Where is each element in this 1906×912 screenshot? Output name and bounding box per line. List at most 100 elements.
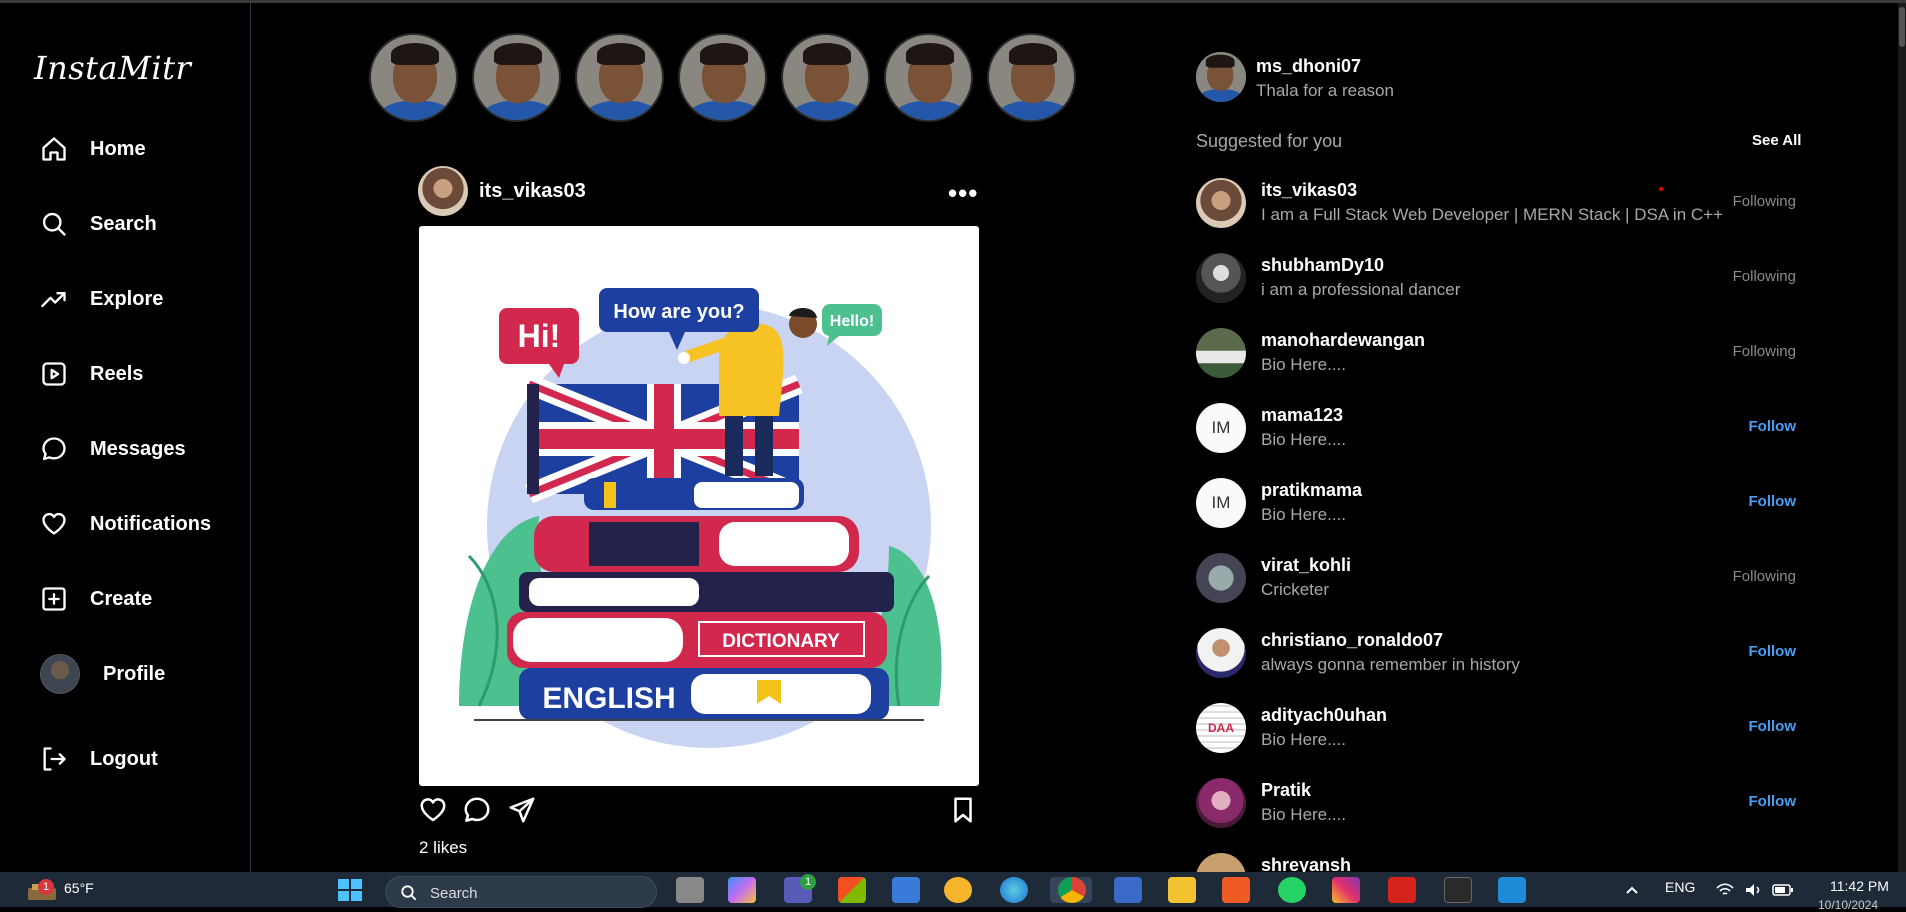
avatar[interactable]: DAA	[1196, 703, 1246, 753]
suggestion-row: virat_kohli Cricketer Following	[1196, 551, 1800, 605]
sidebar-item-logout[interactable]: Logout	[38, 739, 158, 779]
sidebar-item-explore[interactable]: Explore	[38, 279, 163, 319]
follow-button[interactable]: Follow	[1749, 793, 1797, 810]
share-send-icon[interactable]	[507, 795, 537, 825]
taskbar-search-placeholder: Search	[430, 885, 478, 902]
suggestion-username[interactable]: shubhamDy10	[1261, 255, 1384, 276]
avatar[interactable]	[1196, 628, 1246, 678]
following-button[interactable]: Following	[1733, 268, 1796, 285]
instagram-icon[interactable]	[1332, 877, 1360, 903]
suggestion-username[interactable]: christiano_ronaldo07	[1261, 630, 1443, 651]
temperature-text[interactable]: 65°F	[64, 880, 94, 896]
sidebar-item-reels[interactable]: Reels	[38, 354, 143, 394]
like-heart-icon[interactable]	[418, 795, 448, 825]
terminal-icon[interactable]	[1444, 877, 1472, 903]
avatar[interactable]: IM	[1196, 403, 1246, 453]
file-explorer-icon[interactable]	[1168, 877, 1196, 903]
story-avatar[interactable]	[781, 33, 870, 122]
current-user-avatar[interactable]	[1196, 52, 1246, 102]
suggestion-username[interactable]: shreyansh	[1261, 855, 1351, 872]
sidebar-item-notifications[interactable]: Notifications	[38, 504, 211, 544]
post-image[interactable]: DICTIONARY ENGLISH Hi! How are you? Hell…	[419, 226, 979, 786]
copilot-icon[interactable]	[728, 877, 756, 903]
home-icon	[38, 133, 70, 165]
avatar[interactable]	[1196, 853, 1246, 872]
suggestion-username[interactable]: virat_kohli	[1261, 555, 1351, 576]
story-avatar[interactable]	[987, 33, 1076, 122]
sidebar-item-profile[interactable]: Profile	[40, 654, 165, 694]
story-avatar[interactable]	[678, 33, 767, 122]
suggestion-bio: always gonna remember in history	[1261, 655, 1520, 674]
sidebar-item-home[interactable]: Home	[38, 129, 146, 169]
book-label-dictionary: DICTIONARY	[722, 631, 840, 652]
search-icon	[401, 885, 417, 901]
suggestions-title: Suggested for you	[1196, 131, 1343, 151]
wifi-icon[interactable]	[1716, 882, 1734, 898]
suggestion-username[interactable]: its_vikas03	[1261, 180, 1357, 201]
bookmark-icon[interactable]	[948, 795, 978, 825]
sidebar-item-messages[interactable]: Messages	[38, 429, 186, 469]
acrobat-icon[interactable]	[1388, 877, 1416, 903]
following-button[interactable]: Following	[1733, 568, 1796, 585]
follow-button[interactable]: Follow	[1749, 718, 1797, 735]
vscode-icon[interactable]	[1498, 877, 1526, 903]
suggestion-row: its_vikas03 I am a Full Stack Web Develo…	[1196, 176, 1800, 230]
see-all-link[interactable]: See All	[1752, 132, 1801, 149]
chrome-icon[interactable]	[1058, 877, 1086, 903]
sidebar-item-search[interactable]: Search	[38, 204, 157, 244]
post-author-avatar[interactable]	[418, 166, 468, 216]
page-scrollbar[interactable]	[1898, 3, 1906, 872]
scrollbar-thumb[interactable]	[1899, 7, 1905, 47]
avatar[interactable]	[1196, 553, 1246, 603]
avatar[interactable]	[1196, 778, 1246, 828]
brave-icon[interactable]	[1222, 877, 1250, 903]
app-logo[interactable]: InstaMitr	[34, 49, 191, 87]
follow-button[interactable]: Follow	[1749, 493, 1797, 510]
suggestion-username[interactable]: mama123	[1261, 405, 1343, 426]
following-button[interactable]: Following	[1733, 343, 1796, 360]
language-indicator[interactable]: ENG	[1665, 879, 1695, 895]
post-author-username[interactable]: its_vikas03	[479, 180, 586, 203]
logout-icon	[38, 743, 70, 775]
clock-time[interactable]: 11:42 PM	[1830, 878, 1889, 894]
volume-icon[interactable]	[1744, 882, 1762, 898]
avatar[interactable]	[1196, 178, 1246, 228]
suggestion-bio: I am a Full Stack Web Developer | MERN S…	[1261, 205, 1724, 224]
store-icon[interactable]	[838, 877, 866, 903]
story-avatar[interactable]	[884, 33, 973, 122]
sidebar-item-label: Search	[90, 212, 157, 235]
notes-icon[interactable]	[944, 877, 972, 903]
edge-icon[interactable]	[1000, 877, 1028, 903]
story-avatar[interactable]	[575, 33, 664, 122]
task-view-icon[interactable]	[676, 877, 704, 903]
suggestion-username[interactable]: pratikmama	[1261, 480, 1362, 501]
sidebar-item-create[interactable]: Create	[38, 579, 152, 619]
taskbar-search[interactable]: Search	[385, 876, 657, 908]
story-avatar[interactable]	[472, 33, 561, 122]
sidebar-item-label: Create	[90, 587, 153, 610]
avatar[interactable]	[1196, 328, 1246, 378]
battery-icon[interactable]	[1772, 883, 1794, 897]
current-user-username[interactable]: ms_dhoni07	[1256, 56, 1361, 77]
follow-button[interactable]: Follow	[1749, 418, 1797, 435]
follow-button[interactable]: Follow	[1749, 643, 1797, 660]
chevron-up-icon[interactable]	[1624, 882, 1640, 898]
sidebar-item-label: Logout	[90, 747, 158, 770]
whatsapp-icon[interactable]	[1278, 877, 1306, 903]
suggestion-username[interactable]: manohardewangan	[1261, 330, 1425, 351]
more-options-icon[interactable]: •••	[948, 178, 978, 209]
suggestion-username[interactable]: Pratik	[1261, 780, 1311, 801]
post-likes-count[interactable]: 2 likes	[419, 838, 467, 858]
comment-icon[interactable]	[462, 795, 492, 825]
following-button[interactable]: Following	[1733, 193, 1796, 210]
windows-start-icon[interactable]	[336, 877, 364, 903]
suggestion-username[interactable]: adityach0uhan	[1261, 705, 1387, 726]
avatar[interactable]: IM	[1196, 478, 1246, 528]
avatar[interactable]	[1196, 253, 1246, 303]
suggestion-bio: Bio Here....	[1261, 805, 1347, 824]
photos-icon[interactable]	[1114, 877, 1142, 903]
sidebar-item-label: Messages	[90, 437, 186, 460]
clock-date[interactable]: 10/10/2024	[1818, 898, 1878, 912]
story-avatar[interactable]	[369, 33, 458, 122]
myhp-icon[interactable]	[892, 877, 920, 903]
